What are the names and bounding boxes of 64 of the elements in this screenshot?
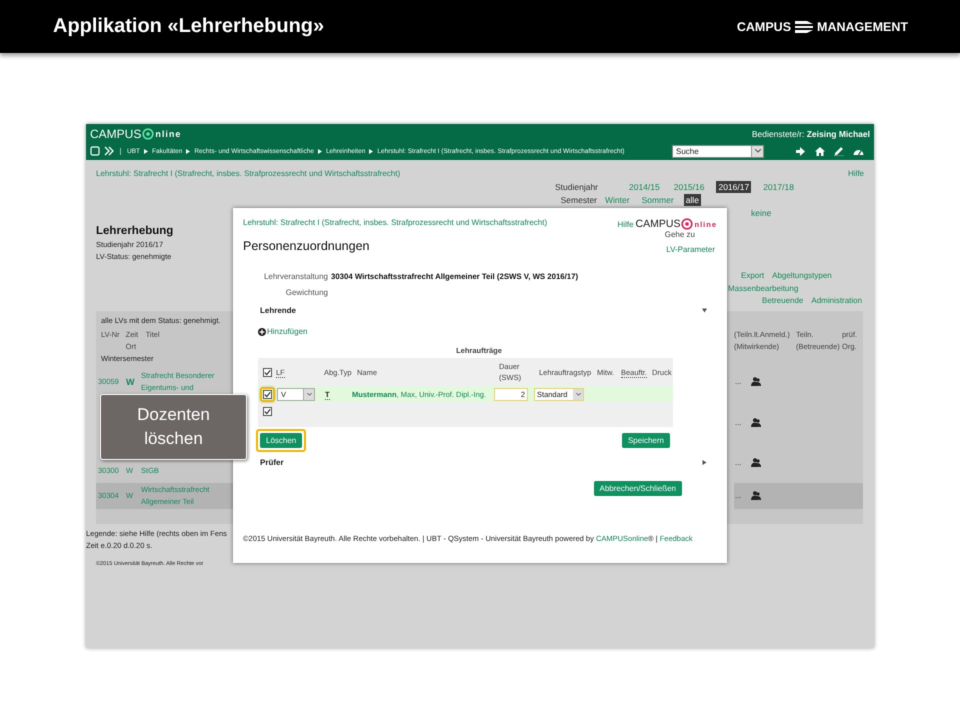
filter-option[interactable]: Sommer — [640, 194, 676, 206]
help-link[interactable]: Hilfe — [618, 220, 634, 228]
checkbox[interactable] — [263, 390, 272, 398]
filter-option[interactable]: 2015/16 — [672, 181, 706, 193]
add-icon[interactable] — [258, 328, 266, 336]
dialog-title: Personenzuordnungen — [243, 239, 370, 254]
filter-option[interactable]: Winter — [603, 194, 632, 206]
search-dropdown[interactable]: Suche — [672, 144, 764, 158]
dialog-logo-text: CAMPUS — [636, 218, 680, 230]
logo-ring-icon — [142, 128, 154, 140]
brand-name: MANAGEMENT — [817, 20, 908, 34]
help-link[interactable]: Hilfe — [848, 169, 864, 178]
filter-label: Studienjahr — [555, 182, 597, 192]
breadcrumb-arrow-icon — [144, 148, 148, 154]
unit-link[interactable]: Lehrstuhl: Strafrecht I (Strafrecht, insbes. Strafprozessrecht und Wirtschaftsstrafrecht) — [96, 169, 400, 178]
menu-link[interactable]: Export — [741, 270, 764, 282]
field-label: Gewichtung — [284, 288, 328, 297]
save-button[interactable]: Speichern — [622, 433, 670, 448]
field-label: Lehrveranstaltung — [262, 272, 328, 281]
filter-option[interactable]: 2016/17 — [716, 181, 752, 193]
filter-label: Semester — [560, 195, 597, 205]
time-code: W — [126, 376, 135, 388]
checkbox[interactable] — [263, 368, 272, 376]
people-icon[interactable] — [751, 418, 762, 427]
menu-link[interactable]: Administration — [811, 295, 862, 308]
section-title[interactable]: Lehrende — [260, 306, 296, 315]
window-icon[interactable] — [90, 146, 100, 156]
app-logo-text: nline — [155, 129, 182, 139]
double-chevron-icon[interactable] — [104, 146, 114, 156]
breadcrumb-arrow-icon — [369, 148, 374, 154]
collapse-icon[interactable] — [702, 308, 707, 313]
goto-label: Gehe zu — [664, 230, 695, 239]
add-link[interactable]: Hinzufügen — [267, 327, 308, 336]
expand-icon[interactable] — [702, 460, 707, 465]
people-icon[interactable] — [751, 458, 762, 467]
delete-button[interactable]: Löschen — [260, 433, 302, 448]
brand-name: CAMPUS — [736, 20, 792, 34]
unit-link[interactable]: Lehrstuhl: Strafrecht I (Strafrecht, insbes. Strafprozessrecht und Wirtschaftsstrafrecht) — [243, 218, 548, 227]
slide-title: Applikation «Lehrerhebung» — [53, 15, 324, 38]
filter-option[interactable]: 2014/15 — [627, 181, 662, 193]
filter-option[interactable]: 2017/18 — [761, 181, 796, 193]
close-button[interactable]: Abbrechen/Schließen — [594, 481, 682, 496]
callout: Dozenten löschen — [100, 394, 247, 460]
app-logo-text: CAMPUS — [90, 127, 142, 141]
logout-icon[interactable] — [796, 146, 806, 156]
edit-icon[interactable] — [834, 146, 844, 156]
logo-ring-icon — [681, 218, 694, 230]
menu-link[interactable]: Massenbearbeitung — [728, 282, 798, 295]
user-name: Zeising Michael — [806, 129, 870, 139]
checkbox[interactable] — [263, 406, 272, 416]
breadcrumb-arrow-icon — [318, 148, 322, 154]
section-title[interactable]: Prüfer — [260, 458, 284, 467]
menu-link[interactable]: Abgeltungstypen — [772, 270, 832, 282]
parameter-link[interactable]: LV-Parameter — [666, 245, 715, 254]
people-icon[interactable] — [751, 491, 762, 500]
filter-option[interactable]: keine — [749, 207, 774, 219]
breadcrumb-arrow-icon — [186, 148, 190, 154]
page-title: Lehrerhebung — [96, 225, 174, 237]
filter-option[interactable]: alle — [684, 194, 701, 206]
brand-logo-icon — [794, 20, 814, 34]
menu-link[interactable]: Betreuende — [762, 295, 804, 308]
home-icon[interactable] — [815, 146, 825, 156]
user-label: Bedienstete/r: — [752, 129, 804, 139]
people-icon[interactable] — [751, 377, 762, 386]
